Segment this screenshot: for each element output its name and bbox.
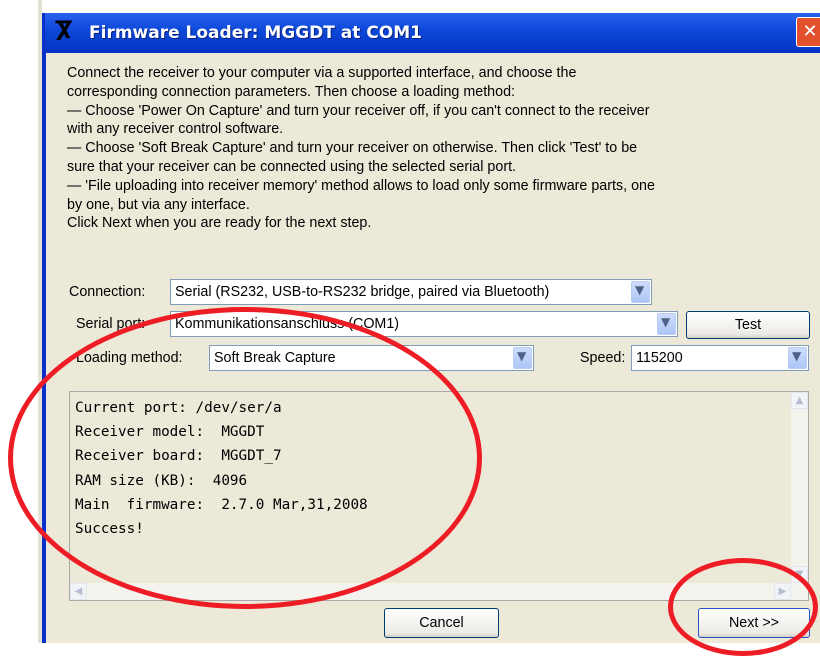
- scroll-up-icon[interactable]: ▲: [791, 392, 808, 409]
- chevron-down-icon[interactable]: ▼: [657, 313, 676, 335]
- instruction-line: by one, but via any interface.: [67, 196, 250, 213]
- connection-select[interactable]: Serial (RS232, USB-to-RS232 bridge, pair…: [170, 279, 652, 305]
- scroll-left-icon[interactable]: ◀: [70, 583, 87, 600]
- speed-label: Speed:: [580, 350, 626, 366]
- close-button[interactable]: ✕: [796, 17, 820, 47]
- test-button[interactable]: Test: [686, 311, 810, 339]
- instruction-line: — Choose 'Power On Capture' and turn you…: [67, 102, 650, 119]
- speed-value: 115200: [636, 350, 683, 366]
- instruction-line: sure that your receiver can be connected…: [67, 158, 517, 175]
- title-bar[interactable]: Ⴟ Firmware Loader: MGGDT at COM1 ✕: [45, 13, 820, 53]
- instruction-line: — Choose 'Soft Break Capture' and turn y…: [67, 140, 638, 157]
- annotation-circle-log: [8, 307, 482, 609]
- window-title: Firmware Loader: MGGDT at COM1: [89, 23, 422, 43]
- desktop-background-strip: [0, 0, 42, 643]
- annotation-circle-next: [668, 558, 818, 656]
- speed-select[interactable]: 115200 ▼: [631, 345, 809, 371]
- instruction-line: with any receiver control software.: [67, 121, 284, 138]
- chevron-down-icon[interactable]: ▼: [788, 347, 807, 369]
- instructions-text: Connect the receiver to your computer vi…: [67, 64, 807, 233]
- vertical-scrollbar[interactable]: ▲ ▼: [791, 392, 808, 600]
- chevron-down-icon[interactable]: ▼: [513, 347, 532, 369]
- chevron-down-icon[interactable]: ▼: [631, 281, 650, 303]
- cancel-button[interactable]: Cancel: [384, 608, 499, 638]
- instruction-line: Connect the receiver to your computer vi…: [67, 65, 577, 81]
- instruction-line: corresponding connection parameters. The…: [67, 83, 515, 100]
- instruction-line: — 'File uploading into receiver memory' …: [67, 177, 655, 194]
- receiver-logo-icon: Ⴟ: [55, 18, 73, 46]
- connection-value: Serial (RS232, USB-to-RS232 bridge, pair…: [175, 284, 550, 300]
- instruction-line: Click Next when you are ready for the ne…: [67, 215, 372, 232]
- connection-label: Connection:: [69, 284, 146, 300]
